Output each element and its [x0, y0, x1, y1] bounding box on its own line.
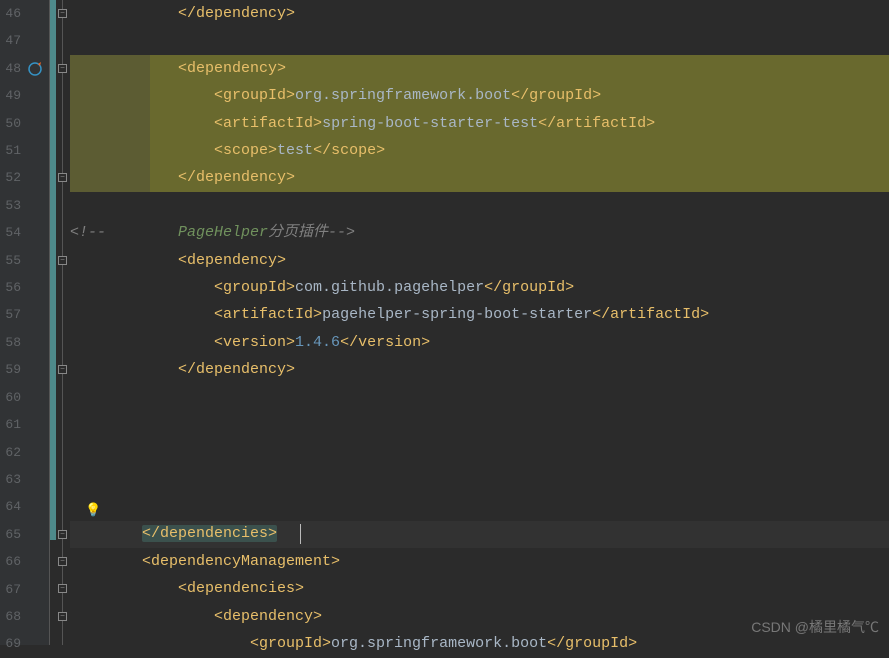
xml-tag: <dependencies>	[178, 580, 304, 597]
xml-tag: </groupId>	[484, 279, 574, 296]
line-number: 53	[0, 192, 21, 219]
line-number: 61	[0, 411, 21, 438]
xml-tag: <groupId>	[214, 87, 295, 104]
fold-toggle[interactable]: −	[58, 584, 67, 593]
line-number: 51	[0, 137, 21, 164]
code-line[interactable]: <dependencyManagement>	[70, 548, 889, 575]
xml-tag: </dependency>	[178, 361, 295, 378]
xml-tag: <groupId>	[250, 635, 331, 652]
run-icon[interactable]	[28, 61, 44, 77]
code-line[interactable]: <dependency>	[70, 55, 889, 82]
code-line[interactable]: <artifactId>pagehelper-spring-boot-start…	[70, 301, 889, 328]
fold-gutter[interactable]: − − − − − − − − −	[56, 0, 70, 645]
line-number: 48	[0, 55, 21, 82]
xml-tag: </dependency>	[178, 169, 295, 186]
line-number: 52	[0, 164, 21, 191]
line-number: 49	[0, 82, 21, 109]
code-line[interactable]	[70, 192, 889, 219]
code-line[interactable]: </dependency>	[70, 164, 889, 191]
code-area[interactable]: 💡 </dependency> <dependency> <groupId>or…	[70, 0, 889, 645]
xml-tag: </groupId>	[511, 87, 601, 104]
fold-toggle[interactable]: −	[58, 173, 67, 182]
line-number: 59	[0, 356, 21, 383]
line-number: 55	[0, 247, 21, 274]
xml-tag: <dependency>	[178, 60, 286, 77]
code-line[interactable]: <scope>test</scope>	[70, 137, 889, 164]
fold-toggle[interactable]: −	[58, 530, 67, 539]
code-line[interactable]	[70, 27, 889, 54]
line-number: 65	[0, 521, 21, 548]
xml-tag: <groupId>	[214, 279, 295, 296]
line-number: 57	[0, 301, 21, 328]
xml-tag: <artifactId>	[214, 306, 322, 323]
line-number: 56	[0, 274, 21, 301]
line-number: 46	[0, 0, 21, 27]
xml-tag: </groupId>	[547, 635, 637, 652]
code-line[interactable]: <groupId>com.github.pagehelper</groupId>	[70, 274, 889, 301]
xml-text: org.springframework.boot	[295, 87, 511, 104]
line-number: 47	[0, 27, 21, 54]
code-line[interactable]: </dependency>	[70, 0, 889, 27]
code-line[interactable]	[70, 493, 889, 520]
xml-tag: <dependencyManagement>	[142, 553, 340, 570]
xml-text: pagehelper-spring-boot-starter	[322, 306, 592, 323]
xml-tag: <dependency>	[214, 608, 322, 625]
fold-guide-line	[62, 0, 63, 645]
code-line[interactable]	[70, 438, 889, 465]
fold-toggle[interactable]: −	[58, 9, 67, 18]
code-line[interactable]	[70, 411, 889, 438]
code-line[interactable]	[70, 383, 889, 410]
code-line[interactable]	[70, 466, 889, 493]
icons-gutter	[25, 0, 50, 645]
xml-text: 1.4.6	[295, 334, 340, 351]
xml-text: org.springframework.boot	[331, 635, 547, 652]
xml-text: spring-boot-starter-test	[322, 115, 538, 132]
fold-toggle[interactable]: −	[58, 612, 67, 621]
code-line[interactable]: <groupId>org.springframework.boot</group…	[70, 82, 889, 109]
line-number: 68	[0, 603, 21, 630]
line-number-gutter: 4647484950515253545556575859606162636465…	[0, 0, 25, 645]
line-number: 66	[0, 548, 21, 575]
xml-comment: PageHelper	[178, 224, 268, 241]
watermark: CSDN @橘里橘气℃	[751, 617, 879, 637]
fold-toggle[interactable]: −	[58, 557, 67, 566]
fold-toggle[interactable]: −	[58, 256, 67, 265]
xml-comment: 分页插件-->	[268, 224, 355, 241]
code-line[interactable]: </dependency>	[70, 356, 889, 383]
xml-tag: </artifactId>	[592, 306, 709, 323]
line-number: 60	[0, 384, 21, 411]
xml-tag: </scope>	[313, 142, 385, 159]
fold-toggle[interactable]: −	[58, 365, 67, 374]
code-line[interactable]: <dependencies>	[70, 575, 889, 602]
code-editor[interactable]: 4647484950515253545556575859606162636465…	[0, 0, 889, 645]
xml-tag: <dependency>	[178, 252, 286, 269]
code-line[interactable]: <!-- PageHelper分页插件-->	[70, 219, 889, 246]
xml-tag: </dependency>	[178, 5, 295, 22]
xml-tag: <artifactId>	[214, 115, 322, 132]
xml-tag: </artifactId>	[538, 115, 655, 132]
xml-text: test	[277, 142, 313, 159]
line-number: 62	[0, 439, 21, 466]
line-number: 54	[0, 219, 21, 246]
text-caret	[300, 524, 301, 544]
line-number: 69	[0, 630, 21, 657]
code-line[interactable]: </dependencies>	[70, 520, 889, 547]
xml-tag: </version>	[340, 334, 430, 351]
line-number: 64	[0, 493, 21, 520]
line-number: 58	[0, 329, 21, 356]
line-number: 67	[0, 576, 21, 603]
code-line[interactable]: <version>1.4.6</version>	[70, 329, 889, 356]
xml-tag: </dependencies>	[142, 525, 277, 542]
xml-tag: <scope>	[214, 142, 277, 159]
code-line[interactable]: <artifactId>spring-boot-starter-test</ar…	[70, 110, 889, 137]
xml-text: com.github.pagehelper	[295, 279, 484, 296]
xml-comment: <!--	[70, 224, 178, 241]
xml-tag: <version>	[214, 334, 295, 351]
line-number: 50	[0, 110, 21, 137]
fold-toggle[interactable]: −	[58, 64, 67, 73]
code-line[interactable]: <dependency>	[70, 247, 889, 274]
line-number: 63	[0, 466, 21, 493]
